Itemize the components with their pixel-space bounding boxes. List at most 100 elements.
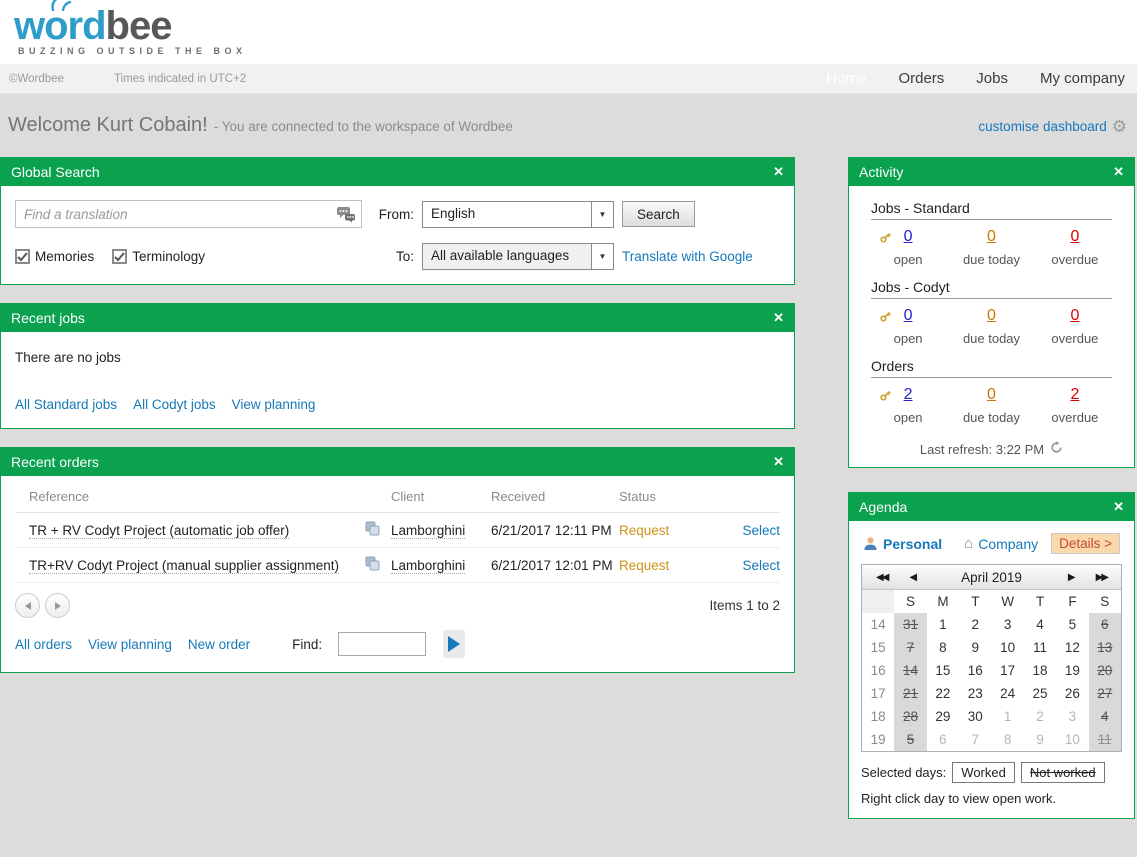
tab-company[interactable]: ⌂ Company xyxy=(964,535,1038,552)
link-view-planning[interactable]: View planning xyxy=(88,637,172,652)
to-language-dropdown[interactable]: All available languages ▼ xyxy=(422,243,614,270)
calendar-day[interactable]: 23 xyxy=(959,682,991,705)
calendar-day[interactable]: 6 xyxy=(927,728,959,751)
open-count-link[interactable]: 0 xyxy=(904,307,913,324)
week-number[interactable]: 18 xyxy=(862,705,894,728)
chevron-down-icon[interactable]: ▼ xyxy=(591,244,613,269)
translate-bubbles-icon[interactable] xyxy=(331,202,361,226)
due-today-count-link[interactable]: 0 xyxy=(987,228,996,245)
calendar-day[interactable]: 3 xyxy=(1056,705,1088,728)
memories-checkbox[interactable]: Memories xyxy=(15,249,94,264)
memories-checkbox-box[interactable] xyxy=(15,249,30,264)
find-order-input[interactable] xyxy=(338,632,426,656)
calendar-day[interactable]: 25 xyxy=(1024,682,1056,705)
details-button[interactable]: Details > xyxy=(1051,533,1120,554)
calendar-day[interactable]: 10 xyxy=(992,636,1024,659)
open-count-link[interactable]: 2 xyxy=(904,386,913,403)
close-icon[interactable]: ✕ xyxy=(773,164,784,180)
worked-button[interactable]: Worked xyxy=(952,762,1015,783)
gear-icon[interactable]: ⚙ xyxy=(1112,117,1127,137)
calendar-day[interactable]: 7 xyxy=(959,728,991,751)
nav-item-home[interactable]: Home xyxy=(826,70,866,87)
calendar-day[interactable]: 16 xyxy=(959,659,991,682)
find-go-button[interactable] xyxy=(443,630,465,658)
customise-dashboard-link[interactable]: customise dashboard xyxy=(978,119,1106,134)
calendar-day[interactable]: 13 xyxy=(1089,636,1121,659)
link-view-planning[interactable]: View planning xyxy=(232,397,316,412)
due-today-count-link[interactable]: 0 xyxy=(987,386,996,403)
nav-item-jobs[interactable]: Jobs xyxy=(976,70,1008,87)
calendar-day[interactable]: 8 xyxy=(992,728,1024,751)
link-all-standard-jobs[interactable]: All Standard jobs xyxy=(15,397,117,412)
nav-item-my-company[interactable]: My company xyxy=(1040,70,1125,87)
translation-search-input[interactable] xyxy=(16,207,331,222)
calendar-day[interactable]: 3 xyxy=(992,613,1024,636)
close-icon[interactable]: ✕ xyxy=(1113,499,1124,515)
overdue-count-link[interactable]: 2 xyxy=(1070,386,1079,403)
nav-item-orders[interactable]: Orders xyxy=(898,70,944,87)
calendar-day[interactable]: 22 xyxy=(927,682,959,705)
chevron-down-icon[interactable]: ▼ xyxy=(591,202,613,227)
calendar-day[interactable]: 21 xyxy=(894,682,926,705)
from-language-dropdown[interactable]: English ▼ xyxy=(422,201,614,228)
link-all-codyt-jobs[interactable]: All Codyt jobs xyxy=(133,397,216,412)
calendar-day[interactable]: 4 xyxy=(1024,613,1056,636)
week-number[interactable]: 19 xyxy=(862,728,894,751)
terminology-checkbox[interactable]: Terminology xyxy=(112,249,205,264)
calendar-day[interactable]: 30 xyxy=(959,705,991,728)
calendar-day[interactable]: 9 xyxy=(959,636,991,659)
calendar-day[interactable]: 5 xyxy=(894,728,926,751)
calendar-day[interactable]: 26 xyxy=(1056,682,1088,705)
next-year-icon[interactable]: ▶▶ xyxy=(1096,572,1107,583)
calendar-day[interactable]: 7 xyxy=(894,636,926,659)
not-worked-button[interactable]: Not worked xyxy=(1021,762,1105,783)
overdue-count-link[interactable]: 0 xyxy=(1070,307,1079,324)
due-today-count-link[interactable]: 0 xyxy=(987,307,996,324)
calendar-day[interactable]: 11 xyxy=(1089,728,1121,751)
calendar-day[interactable]: 20 xyxy=(1089,659,1121,682)
terminology-checkbox-box[interactable] xyxy=(112,249,127,264)
link-all-orders[interactable]: All orders xyxy=(15,637,72,652)
select-order-link[interactable]: Select xyxy=(742,523,780,538)
close-icon[interactable]: ✕ xyxy=(773,454,784,470)
calendar-day[interactable]: 8 xyxy=(927,636,959,659)
client-link[interactable]: Lamborghini xyxy=(391,523,465,539)
calendar-day[interactable]: 11 xyxy=(1024,636,1056,659)
calendar-day[interactable]: 1 xyxy=(927,613,959,636)
week-number[interactable]: 14 xyxy=(862,613,894,636)
tab-personal[interactable]: Personal xyxy=(863,536,942,552)
calendar-day[interactable]: 18 xyxy=(1024,659,1056,682)
calendar-day[interactable]: 31 xyxy=(894,613,926,636)
overdue-count-link[interactable]: 0 xyxy=(1070,228,1079,245)
calendar-day[interactable]: 2 xyxy=(1024,705,1056,728)
calendar-day[interactable]: 12 xyxy=(1056,636,1088,659)
calendar-day[interactable]: 17 xyxy=(992,659,1024,682)
calendar-day[interactable]: 4 xyxy=(1089,705,1121,728)
open-count-link[interactable]: 0 xyxy=(904,228,913,245)
order-reference-link[interactable]: TR+RV Codyt Project (manual supplier ass… xyxy=(29,558,339,574)
client-link[interactable]: Lamborghini xyxy=(391,558,465,574)
prev-year-icon[interactable]: ◀◀ xyxy=(876,572,887,583)
translate-with-google-link[interactable]: Translate with Google xyxy=(622,249,753,264)
prev-page-button[interactable] xyxy=(15,593,40,618)
calendar-day[interactable]: 14 xyxy=(894,659,926,682)
wordbee-logo[interactable]: wordbee BUZZING OUTSIDE THE BOX xyxy=(14,6,247,56)
calendar-day[interactable]: 27 xyxy=(1089,682,1121,705)
close-icon[interactable]: ✕ xyxy=(773,310,784,326)
order-reference-link[interactable]: TR + RV Codyt Project (automatic job off… xyxy=(29,523,289,539)
refresh-icon[interactable] xyxy=(1050,441,1063,457)
link-new-order[interactable]: New order xyxy=(188,637,250,652)
calendar-day[interactable]: 1 xyxy=(992,705,1024,728)
search-button[interactable]: Search xyxy=(622,201,695,227)
select-order-link[interactable]: Select xyxy=(742,558,780,573)
calendar-day[interactable]: 28 xyxy=(894,705,926,728)
calendar-day[interactable]: 9 xyxy=(1024,728,1056,751)
next-page-button[interactable] xyxy=(45,593,70,618)
calendar-day[interactable]: 2 xyxy=(959,613,991,636)
close-icon[interactable]: ✕ xyxy=(1113,164,1124,180)
week-number[interactable]: 17 xyxy=(862,682,894,705)
next-month-icon[interactable]: ▶ xyxy=(1068,572,1074,583)
calendar-day[interactable]: 19 xyxy=(1056,659,1088,682)
calendar-day[interactable]: 29 xyxy=(927,705,959,728)
calendar-day[interactable]: 6 xyxy=(1089,613,1121,636)
